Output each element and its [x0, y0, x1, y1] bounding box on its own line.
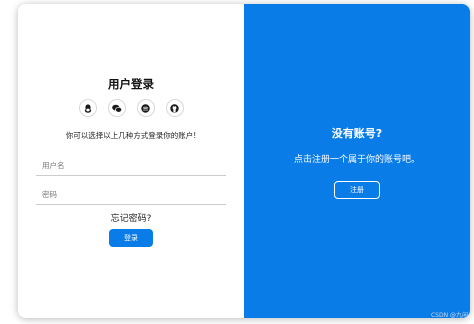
qq-icon[interactable]: [78, 99, 97, 117]
register-panel: 没有账号? 点击注册一个属于你的账号吧。 注册: [244, 4, 470, 318]
register-button[interactable]: 注册: [334, 181, 380, 199]
social-login-row: [18, 99, 244, 117]
register-title: 没有账号?: [331, 127, 383, 140]
login-panel: 用户登录 你可以选择以上几种方式登录你的账户! 用户名 忘记密码? 登录: [18, 4, 244, 318]
register-subtitle: 点击注册一个属于你的账号吧。: [293, 155, 420, 165]
password-input[interactable]: [36, 185, 226, 205]
login-hint-text: 你可以选择以上几种方式登录你的账户!: [65, 131, 197, 140]
username-input[interactable]: [36, 156, 226, 176]
login-button[interactable]: 登录: [109, 229, 153, 247]
wechat-icon[interactable]: [107, 99, 126, 117]
watermark-text: CSDN @九闲: [430, 312, 468, 319]
github-icon[interactable]: [165, 99, 184, 117]
auth-card: 用户登录 你可以选择以上几种方式登录你的账户! 用户名 忘记密码? 登录 没有账…: [18, 4, 470, 318]
forgot-password-link[interactable]: 忘记密码?: [18, 211, 244, 224]
login-title: 用户登录: [108, 77, 154, 91]
weibo-icon[interactable]: [136, 99, 155, 117]
